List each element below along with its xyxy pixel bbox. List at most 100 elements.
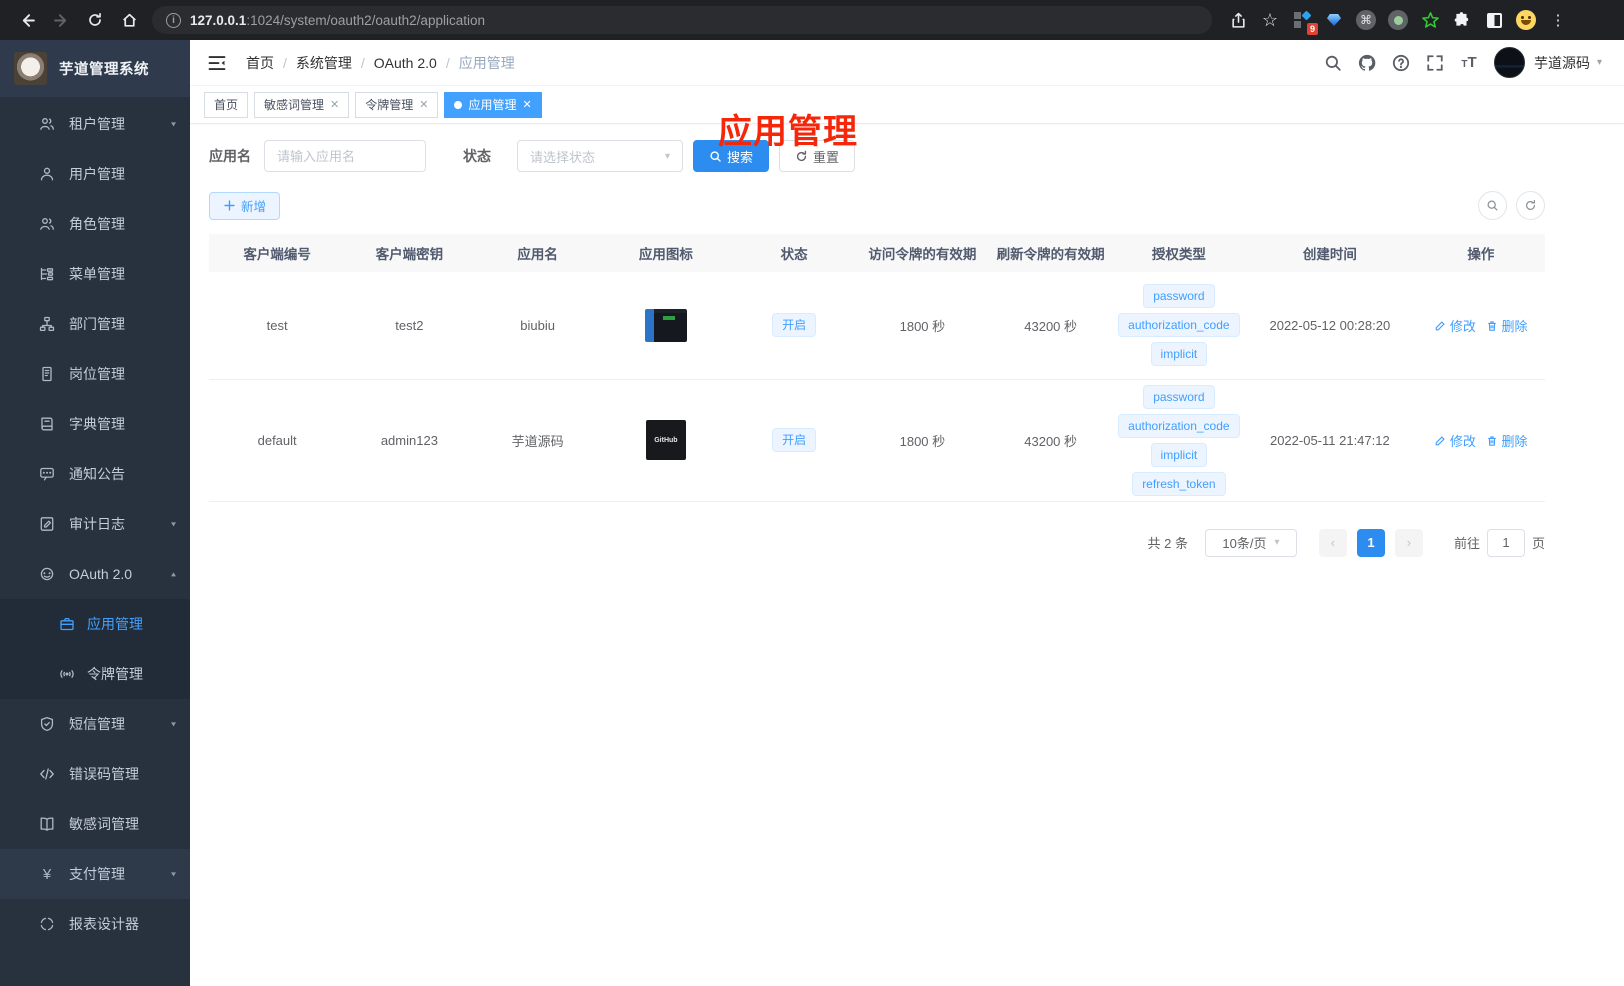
help-icon[interactable] (1384, 46, 1418, 80)
robot-icon (38, 565, 56, 583)
cell-status: 开启 (730, 272, 859, 380)
page-suffix-label: 页 (1531, 536, 1545, 551)
user-avatar[interactable] (1493, 47, 1525, 78)
main-panel: 首页 / 系统管理 / OAuth 2.0 / 应用管理 TT 芋道源码 ▾ 首… (190, 40, 1624, 986)
navbar-actions: TT 芋道源码 ▾ (1316, 46, 1602, 80)
cell-grant-types: password authorization_code implicit (1114, 272, 1244, 380)
sidebar-item-notice[interactable]: 通知公告 (0, 449, 190, 499)
share-icon[interactable] (1225, 7, 1251, 33)
tab-home[interactable]: 首页 (204, 91, 249, 118)
sidebar-item-tenant[interactable]: 租户管理 ▾ (0, 99, 190, 149)
application-table: 客户端编号 客户端密钥 应用名 应用图标 状态 访问令牌的有效期 刷新令牌的有效… (209, 234, 1545, 502)
sidebar-item-label: 菜单管理 (69, 266, 125, 282)
tab-label: 首页 (214, 98, 239, 112)
fullscreen-icon[interactable] (1418, 46, 1452, 80)
goto-page-input[interactable] (1486, 528, 1525, 557)
sidebar-item-post[interactable]: 岗位管理 (0, 349, 190, 399)
extension-blocks-icon[interactable]: 9 (1289, 7, 1318, 35)
home-button[interactable] (114, 5, 144, 35)
breadcrumb-system[interactable]: 系统管理 (296, 53, 352, 73)
code-icon (38, 765, 56, 783)
green-star-extension-icon[interactable] (1417, 7, 1443, 33)
next-page-button[interactable]: › (1394, 528, 1423, 557)
reload-button[interactable] (80, 5, 110, 35)
user-menu-caret-icon[interactable]: ▾ (1597, 57, 1602, 68)
bookmark-star-icon[interactable]: ☆ (1257, 7, 1283, 33)
puzzle-extensions-icon[interactable] (1449, 7, 1475, 33)
cell-actions: 修改 删除 (1416, 272, 1545, 380)
grant-tag: implicit (1150, 442, 1208, 467)
status-select-placeholder: 请选择状态 (530, 149, 596, 165)
cell-grant-types: password authorization_code implicit ref… (1114, 379, 1244, 502)
sidebar-item-role[interactable]: 角色管理 (0, 199, 190, 249)
back-button[interactable] (12, 5, 42, 35)
site-info-icon[interactable]: i (166, 12, 181, 28)
sidebar-item-menu[interactable]: 菜单管理 (0, 249, 190, 299)
dark-mode-extension-icon[interactable] (1481, 7, 1507, 33)
recorder-extension-icon[interactable] (1385, 7, 1411, 33)
sidebar-item-audit-log[interactable]: 审计日志 ▾ (0, 499, 190, 549)
chevron-up-icon: ▴ (170, 569, 176, 579)
refresh-icon[interactable] (1516, 191, 1545, 220)
grant-tag: refresh_token (1132, 471, 1226, 496)
menu-tree-icon (38, 265, 56, 283)
edit-link[interactable]: 修改 (1434, 319, 1476, 334)
prev-page-button[interactable]: ‹ (1318, 528, 1347, 557)
browser-toolbar: i 127.0.0.1:1024/system/oauth2/oauth2/ap… (0, 0, 1624, 40)
sidebar-item-report-designer[interactable]: 报表设计器 (0, 899, 190, 949)
col-app-icon: 应用图标 (601, 234, 731, 272)
gem-extension-icon[interactable] (1321, 7, 1347, 33)
app-logo[interactable]: 芋道管理系统 (0, 40, 190, 97)
toggle-search-icon[interactable] (1478, 191, 1507, 220)
browser-menu-icon[interactable]: ⋮ (1545, 7, 1571, 33)
close-icon[interactable]: ✕ (330, 98, 339, 111)
sidebar-item-label: 部门管理 (69, 316, 125, 332)
cell-secret: admin123 (345, 379, 474, 502)
app-name-input[interactable] (264, 140, 426, 172)
breadcrumb-home[interactable]: 首页 (246, 53, 274, 73)
col-secret: 客户端密钥 (345, 234, 474, 272)
search-icon[interactable] (1316, 46, 1350, 80)
page-size-select[interactable]: 10条/页 ▾ (1204, 528, 1297, 557)
delete-link[interactable]: 删除 (1486, 434, 1527, 449)
font-size-icon[interactable]: TT (1452, 46, 1486, 80)
sidebar-item-pay[interactable]: ¥ 支付管理 ▾ (0, 849, 190, 899)
emoji-extension-icon[interactable] (1513, 7, 1539, 33)
sidebar-item-sms[interactable]: 短信管理 ▾ (0, 699, 190, 749)
edit-link[interactable]: 修改 (1434, 434, 1476, 449)
forward-button[interactable] (46, 5, 76, 35)
tab-token[interactable]: 令牌管理 ✕ (355, 91, 439, 118)
cell-refresh-ttl: 43200 秒 (986, 379, 1115, 502)
add-button[interactable]: 新增 (209, 191, 281, 220)
sidebar-item-oauth[interactable]: OAuth 2.0 ▴ (0, 549, 190, 599)
url-path: :1024/system/oauth2/oauth2/application (246, 12, 485, 28)
github-icon[interactable] (1350, 46, 1384, 80)
col-status: 状态 (730, 234, 859, 272)
tab-sensitive-word[interactable]: 敏感词管理 ✕ (254, 91, 350, 118)
sidebar-item-user[interactable]: 用户管理 (0, 149, 190, 199)
breadcrumb-oauth[interactable]: OAuth 2.0 (374, 55, 437, 71)
sidebar-item-dept[interactable]: 部门管理 (0, 299, 190, 349)
dictionary-icon (38, 415, 56, 433)
sidebar-item-errorcode[interactable]: 错误码管理 (0, 749, 190, 799)
col-grant-types: 授权类型 (1114, 234, 1244, 272)
url-bar[interactable]: i 127.0.0.1:1024/system/oauth2/oauth2/ap… (152, 6, 1212, 34)
close-icon[interactable]: ✕ (419, 98, 428, 111)
grant-tag: implicit (1150, 342, 1208, 367)
status-select[interactable]: 请选择状态 ▾ (517, 140, 683, 172)
page-number-1[interactable]: 1 (1356, 528, 1385, 557)
sidebar-item-dict[interactable]: 字典管理 (0, 399, 190, 449)
col-app-name: 应用名 (473, 234, 602, 272)
org-tree-icon (38, 315, 56, 333)
translate-extension-icon[interactable]: ⌘ (1353, 7, 1379, 33)
close-icon[interactable]: ✕ (523, 98, 532, 111)
tab-application[interactable]: 应用管理 ✕ (444, 91, 542, 118)
col-created: 创建时间 (1243, 234, 1417, 272)
delete-link[interactable]: 删除 (1486, 319, 1527, 334)
sidebar-item-oauth-token[interactable]: 令牌管理 (0, 649, 190, 699)
sidebar-item-sensitive-word[interactable]: 敏感词管理 (0, 799, 190, 849)
sidebar-collapse-icon[interactable] (204, 50, 230, 76)
sidebar-item-label: 报表设计器 (69, 916, 139, 932)
page-content: 应用名 状态 请选择状态 ▾ 搜索 重置 新增 (190, 124, 1545, 557)
sidebar-item-oauth-application[interactable]: 应用管理 (0, 599, 190, 649)
